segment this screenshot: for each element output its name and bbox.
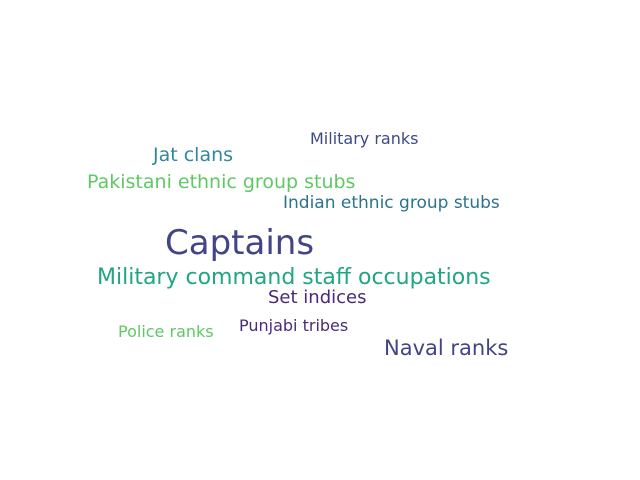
word-captains: Captains (165, 223, 315, 263)
word-military-ranks: Military ranks (310, 129, 419, 148)
word-jat-clans: Jat clans (153, 144, 234, 166)
word-police-ranks: Police ranks (118, 322, 214, 341)
word-set-indices: Set indices (268, 287, 367, 308)
word-pakistani-ethnic-group-stubs: Pakistani ethnic group stubs (87, 171, 356, 193)
word-naval-ranks: Naval ranks (384, 336, 509, 360)
word-military-command-staff-occupations: Military command staff occupations (97, 265, 491, 290)
word-cloud: Military ranks Jat clans Pakistani ethni… (0, 0, 640, 480)
word-punjabi-tribes: Punjabi tribes (239, 316, 349, 335)
word-indian-ethnic-group-stubs: Indian ethnic group stubs (283, 193, 500, 213)
